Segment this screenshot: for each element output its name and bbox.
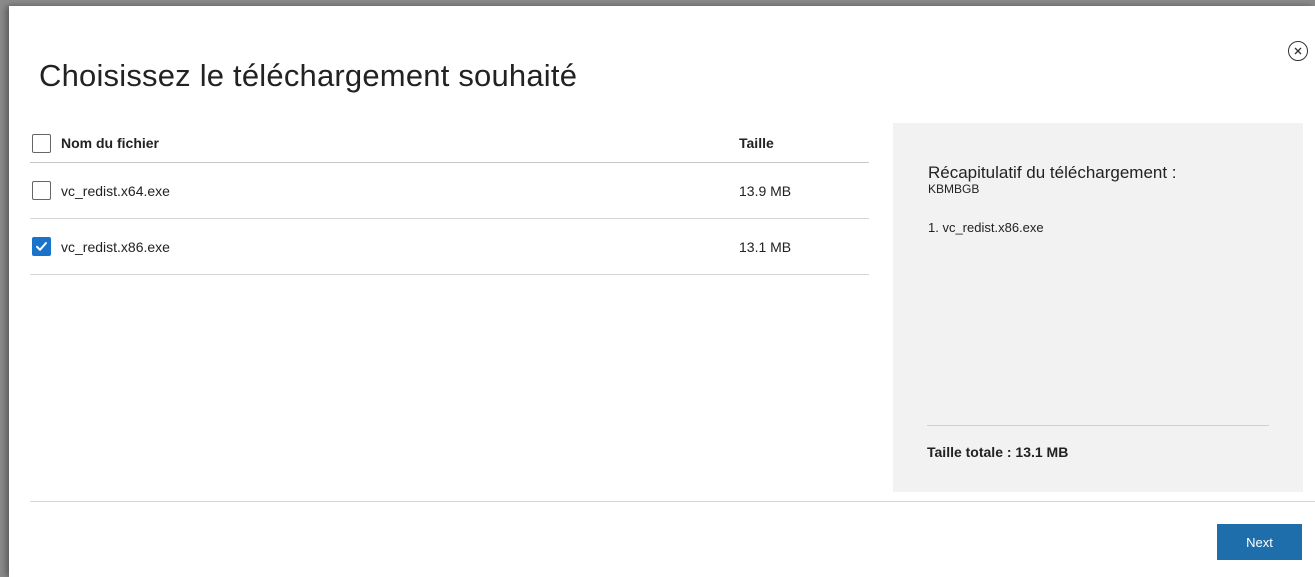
summary-divider	[927, 425, 1269, 426]
file-name: vc_redist.x64.exe	[61, 182, 170, 199]
summary-code: KBMBGB	[928, 182, 980, 196]
file-checkbox[interactable]	[32, 181, 51, 200]
summary-title: Récapitulatif du téléchargement :	[928, 163, 1177, 182]
table-row[interactable]: vc_redist.x86.exe 13.1 MB	[30, 219, 869, 275]
file-name: vc_redist.x86.exe	[61, 238, 170, 255]
column-header-size: Taille	[739, 135, 774, 151]
table-header-row: Nom du fichier Taille	[30, 124, 869, 163]
file-size: 13.9 MB	[739, 182, 792, 199]
dialog-title: Choisissez le téléchargement souhaité	[39, 58, 578, 93]
summary-item: 1. vc_redist.x86.exe	[928, 220, 1044, 235]
file-checkbox[interactable]	[32, 237, 51, 256]
column-header-name: Nom du fichier	[61, 135, 160, 151]
checkmark-icon	[36, 242, 47, 251]
close-icon[interactable]	[1288, 41, 1308, 61]
next-button[interactable]: Next	[1217, 524, 1302, 560]
table-row[interactable]: vc_redist.x64.exe 13.9 MB	[30, 163, 869, 219]
download-dialog: Choisissez le téléchargement souhaité No…	[9, 6, 1315, 577]
file-size: 13.1 MB	[739, 238, 792, 255]
footer-divider	[30, 501, 1315, 502]
summary-total-size: Taille totale : 13.1 MB	[927, 444, 1069, 460]
file-table: Nom du fichier Taille vc_redist.x64.exe …	[30, 124, 869, 275]
select-all-checkbox[interactable]	[32, 133, 51, 153]
download-summary-panel: Récapitulatif du téléchargement : KBMBGB…	[893, 123, 1303, 492]
